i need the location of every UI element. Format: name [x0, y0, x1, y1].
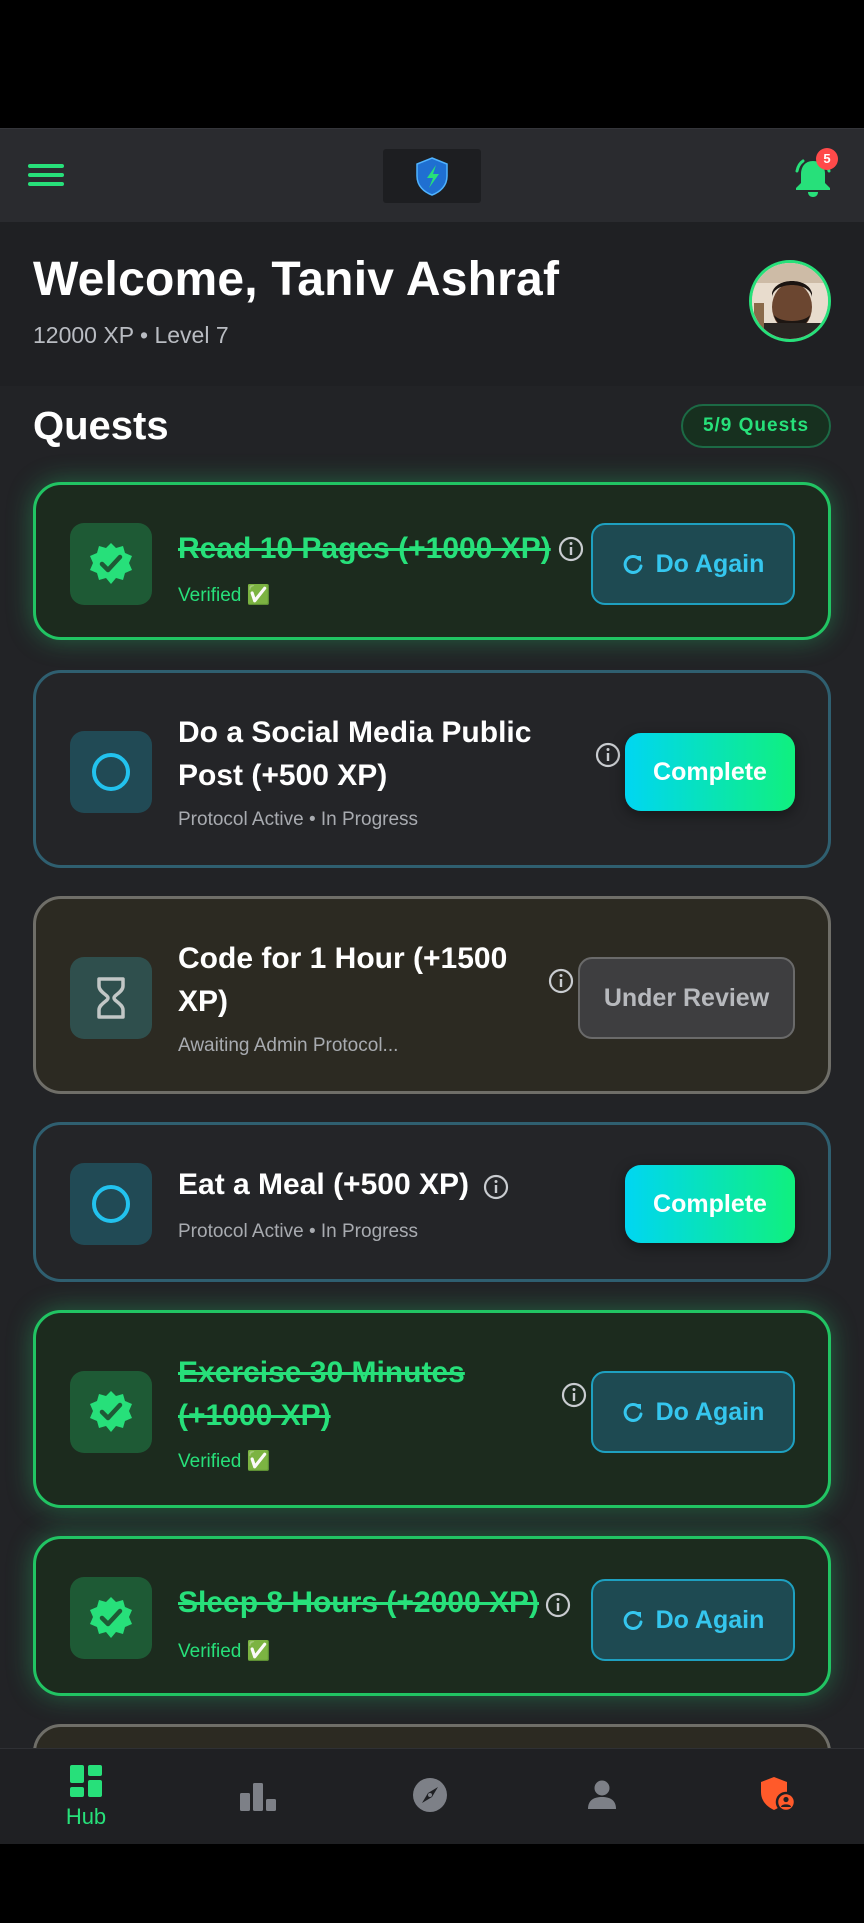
- notification-badge: 5: [816, 148, 838, 170]
- quest-card: Code for 1 Hour (+1500 XP) Awaiting Admi…: [33, 896, 831, 1094]
- do-again-label: Do Again: [655, 1605, 765, 1634]
- nav-admin[interactable]: [692, 1749, 864, 1845]
- quest-card: Do a Social Media Public Post (+500 XP) …: [33, 670, 831, 868]
- do-again-label: Do Again: [655, 1397, 765, 1426]
- nav-profile[interactable]: [516, 1749, 688, 1845]
- quests-heading: Quests: [33, 404, 169, 448]
- app-screen: 5 Welcome, Taniv Ashraf 12000 XP • Level…: [0, 0, 864, 1923]
- xp-level-text: 12000 XP • Level 7: [33, 322, 229, 348]
- avatar[interactable]: [749, 260, 831, 342]
- quest-card: Exercise 30 Minutes (+1000 XP) Verified …: [33, 1310, 831, 1508]
- do-again-button[interactable]: Do Again: [591, 1371, 795, 1453]
- quest-title: Sleep 8 Hours (+2000 XP): [178, 1586, 539, 1619]
- quest-status: Protocol Active • In Progress: [178, 809, 419, 830]
- quest-title: Exercise 30 Minutes (+1000 XP): [178, 1356, 465, 1432]
- quest-status: Verified ✅: [178, 1451, 271, 1472]
- quest-status: Awaiting Admin Protocol...: [178, 1035, 399, 1056]
- quest-title: Eat a Meal (+500 XP): [178, 1168, 469, 1201]
- under-review-button[interactable]: Under Review: [578, 957, 795, 1039]
- quest-card: Read 10 Pages (+1000 XP) Verified ✅ Do A…: [33, 482, 831, 640]
- info-icon[interactable]: [483, 1174, 509, 1200]
- app-logo: [383, 149, 481, 203]
- hourglass-icon: [70, 957, 152, 1039]
- admin-shield-icon: [761, 1777, 797, 1813]
- nav-hub[interactable]: Hub: [0, 1749, 172, 1845]
- info-icon[interactable]: [548, 968, 574, 994]
- system-nav-area: [0, 1844, 864, 1923]
- welcome-header: Welcome, Taniv Ashraf 12000 XP • Level 7: [0, 222, 864, 386]
- quest-card-partial: [33, 1724, 831, 1748]
- bottom-navigation: Hub: [0, 1748, 864, 1844]
- compass-icon: [413, 1778, 447, 1812]
- info-icon[interactable]: [595, 742, 621, 768]
- do-again-label: Do Again: [655, 549, 765, 578]
- nav-hub-label: Hub: [65, 1804, 107, 1829]
- quest-card: Eat a Meal (+500 XP) Protocol Active • I…: [33, 1122, 831, 1282]
- verified-badge-icon: [70, 523, 152, 605]
- quest-count-badge: 5/9 Quests: [681, 404, 831, 448]
- quest-status: Protocol Active • In Progress: [178, 1221, 419, 1242]
- quest-status: Verified ✅: [178, 585, 271, 606]
- info-icon[interactable]: [558, 536, 584, 562]
- dashboard-icon: [70, 1765, 102, 1797]
- menu-icon[interactable]: [28, 164, 64, 190]
- verified-badge-icon: [70, 1577, 152, 1659]
- quest-title: Read 10 Pages (+1000 XP): [178, 532, 551, 565]
- pending-circle-icon: [70, 1163, 152, 1245]
- refresh-icon: [623, 1610, 643, 1630]
- quests-section: Quests 5/9 Quests Read 10 Pages (+1000 X…: [0, 386, 864, 1748]
- quest-title: Code for 1 Hour (+1500 XP): [178, 942, 508, 1018]
- leaderboard-icon: [240, 1783, 276, 1811]
- refresh-icon: [623, 1402, 643, 1422]
- pending-circle-icon: [70, 731, 152, 813]
- verified-badge-icon: [70, 1371, 152, 1453]
- info-icon[interactable]: [545, 1592, 571, 1618]
- info-icon[interactable]: [561, 1382, 587, 1408]
- quest-title: Do a Social Media Public Post (+500 XP): [178, 716, 532, 792]
- welcome-title: Welcome, Taniv Ashraf: [33, 253, 560, 306]
- person-icon: [588, 1780, 616, 1809]
- do-again-button[interactable]: Do Again: [591, 1579, 795, 1661]
- quest-card: Sleep 8 Hours (+2000 XP) Verified ✅ Do A…: [33, 1536, 831, 1696]
- complete-button[interactable]: Complete: [625, 1165, 795, 1243]
- quest-status: Verified ✅: [178, 1641, 271, 1662]
- do-again-button[interactable]: Do Again: [591, 523, 795, 605]
- complete-button[interactable]: Complete: [625, 733, 795, 811]
- refresh-icon: [623, 554, 643, 574]
- nav-leaderboard[interactable]: [172, 1749, 344, 1845]
- top-app-bar: [0, 128, 864, 222]
- nav-explore[interactable]: [344, 1749, 516, 1845]
